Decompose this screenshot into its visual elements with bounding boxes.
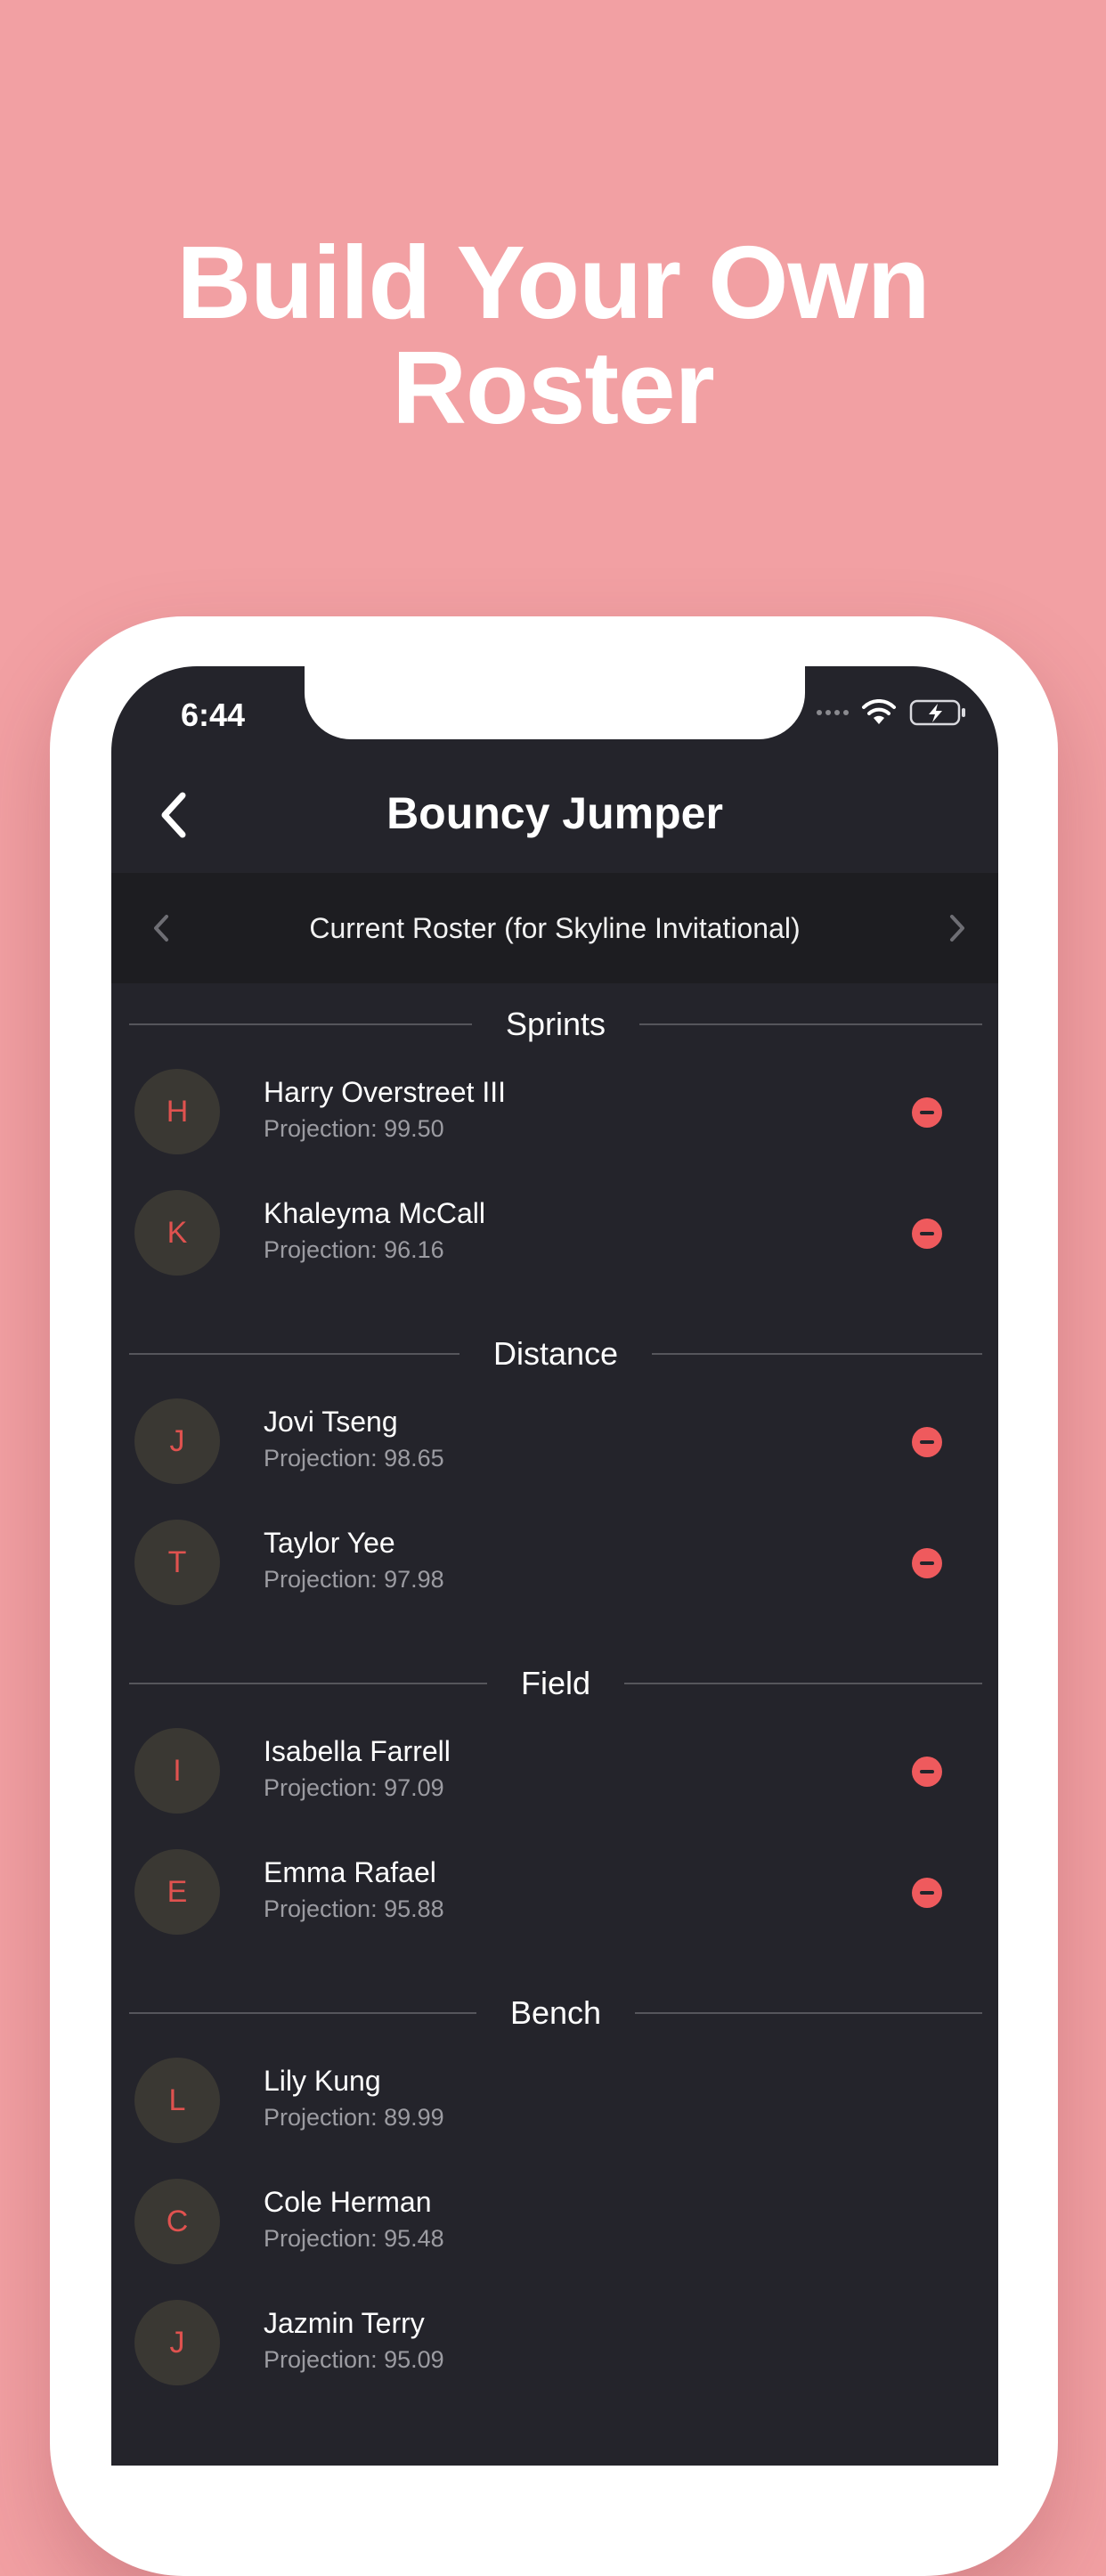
player-name: Harry Overstreet III bbox=[264, 1076, 507, 1108]
player-name: Cole Herman bbox=[264, 2186, 432, 2218]
avatar: J bbox=[134, 1398, 220, 1484]
player-name: Lily Kung bbox=[264, 2065, 381, 2097]
player-projection: Projection: 97.09 bbox=[264, 1774, 444, 1801]
avatar: T bbox=[134, 1520, 220, 1605]
player-name: Isabella Farrell bbox=[264, 1735, 451, 1767]
player-row[interactable]: E Emma Rafael Projection: 95.88 bbox=[111, 1831, 998, 1952]
player-row[interactable]: C Cole Herman Projection: 95.48 bbox=[111, 2161, 998, 2282]
avatar: J bbox=[134, 2300, 220, 2385]
signal-icon bbox=[817, 710, 849, 715]
section-divider bbox=[129, 1683, 487, 1684]
section-title: Field bbox=[520, 1665, 591, 1701]
roster-selector: Current Roster (for Skyline Invitational… bbox=[111, 873, 998, 983]
roster-selector-label: Current Roster (for Skyline Invitational… bbox=[309, 911, 801, 944]
section-divider bbox=[635, 2012, 983, 2014]
wifi-icon bbox=[862, 699, 896, 724]
back-button[interactable] bbox=[150, 791, 195, 839]
player-projection: Projection: 96.16 bbox=[264, 1236, 444, 1263]
section-header-bench: Bench bbox=[129, 1986, 983, 2040]
player-name: Khaleyma McCall bbox=[264, 1197, 485, 1229]
player-projection: Projection: 95.09 bbox=[264, 2346, 444, 2373]
section-title: Distance bbox=[492, 1335, 619, 1372]
status-time: 6:44 bbox=[181, 697, 246, 733]
section-divider bbox=[129, 1353, 459, 1355]
remove-player-button[interactable] bbox=[912, 1878, 942, 1908]
avatar: E bbox=[134, 1849, 220, 1935]
player-row[interactable]: H Harry Overstreet III Projection: 99.50 bbox=[111, 1051, 998, 1172]
player-projection: Projection: 98.65 bbox=[264, 1445, 444, 1471]
player-name: Taylor Yee bbox=[264, 1527, 395, 1559]
avatar: C bbox=[134, 2179, 220, 2264]
remove-player-button[interactable] bbox=[912, 1548, 942, 1578]
headline-line-1: Build Your Own bbox=[176, 224, 930, 340]
player-row[interactable]: K Khaleyma McCall Projection: 96.16 bbox=[111, 1172, 998, 1293]
section-divider bbox=[639, 1023, 983, 1025]
player-projection: Projection: 89.99 bbox=[264, 2104, 444, 2131]
section-divider bbox=[129, 1023, 472, 1025]
previous-roster-button[interactable] bbox=[143, 909, 179, 948]
section-divider bbox=[652, 1353, 982, 1355]
navigation-bar: Bouncy Jumper bbox=[111, 755, 998, 871]
chevron-right-icon bbox=[950, 915, 964, 942]
player-row[interactable]: L Lily Kung Projection: 89.99 bbox=[111, 2040, 998, 2161]
next-roster-button[interactable] bbox=[939, 909, 975, 948]
status-icons bbox=[817, 698, 966, 727]
player-row[interactable]: J Jovi Tseng Projection: 98.65 bbox=[111, 1381, 998, 1502]
player-row[interactable]: J Jazmin Terry Projection: 95.09 bbox=[111, 2282, 998, 2403]
player-projection: Projection: 95.88 bbox=[264, 1895, 444, 1922]
remove-player-button[interactable] bbox=[912, 1097, 942, 1128]
phone-notch bbox=[305, 666, 805, 739]
avatar: H bbox=[134, 1069, 220, 1154]
section-header-field: Field bbox=[129, 1657, 982, 1710]
chevron-left-icon bbox=[161, 792, 186, 838]
section-header-sprints: Sprints bbox=[129, 998, 983, 1051]
player-projection: Projection: 97.98 bbox=[264, 1566, 444, 1593]
chevron-left-icon bbox=[154, 915, 168, 942]
remove-player-button[interactable] bbox=[912, 1219, 942, 1249]
player-projection: Projection: 99.50 bbox=[264, 1115, 444, 1142]
battery-charging-icon bbox=[909, 699, 965, 726]
section-title: Sprints bbox=[505, 1006, 606, 1042]
player-row[interactable]: T Taylor Yee Projection: 97.98 bbox=[111, 1502, 998, 1623]
headline-line-2: Roster bbox=[392, 330, 714, 445]
avatar: K bbox=[134, 1190, 220, 1276]
player-row[interactable]: I Isabella Farrell Projection: 97.09 bbox=[111, 1710, 998, 1831]
marketing-headline: Build Your Own Roster bbox=[0, 230, 1106, 440]
section-title: Bench bbox=[509, 1994, 602, 2031]
phone-screen: 6:44 Bouncy Jumper Current Roster (for S… bbox=[111, 666, 998, 2466]
page-title: Bouncy Jumper bbox=[386, 788, 723, 838]
section-divider bbox=[624, 1683, 982, 1684]
player-name: Jazmin Terry bbox=[264, 2307, 425, 2339]
section-divider bbox=[129, 2012, 476, 2014]
remove-player-button[interactable] bbox=[912, 1757, 942, 1787]
avatar: I bbox=[134, 1728, 220, 1814]
player-name: Emma Rafael bbox=[264, 1856, 436, 1888]
section-header-distance: Distance bbox=[129, 1327, 982, 1381]
player-name: Jovi Tseng bbox=[264, 1406, 398, 1438]
avatar: L bbox=[134, 2058, 220, 2143]
player-projection: Projection: 95.48 bbox=[264, 2225, 444, 2252]
remove-player-button[interactable] bbox=[912, 1427, 942, 1457]
